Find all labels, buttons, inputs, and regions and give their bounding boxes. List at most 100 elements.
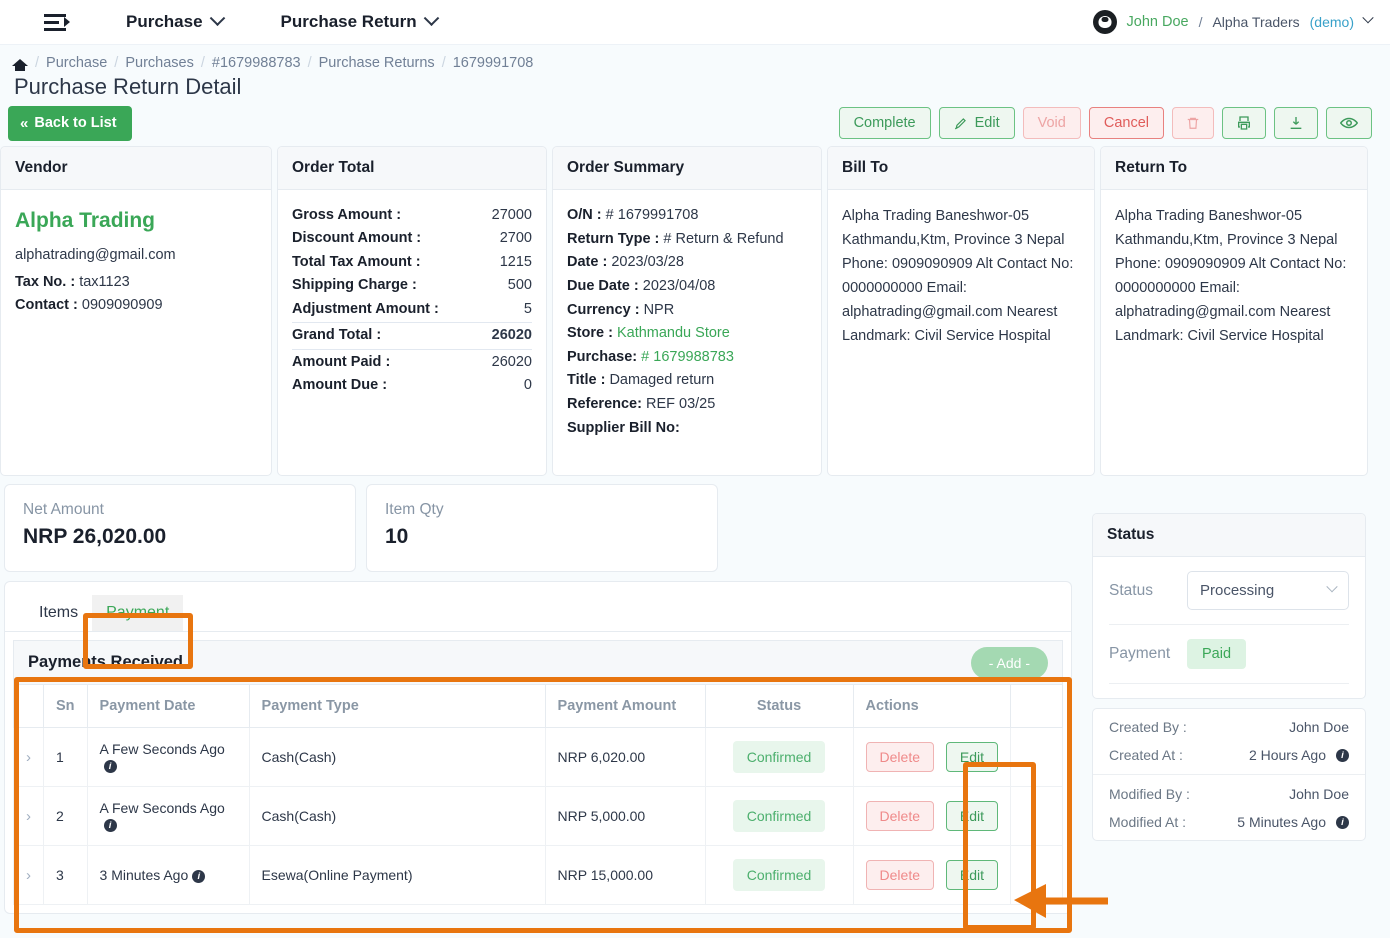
- nav-item-purchase[interactable]: Purchase: [126, 9, 225, 32]
- breadcrumb-item-return-id[interactable]: 1679991708: [453, 55, 534, 71]
- return-to-card-title: Return To: [1101, 147, 1367, 190]
- sidebar-collapse-icon[interactable]: [44, 11, 70, 33]
- bill-to-card: Bill To Alpha Trading Baneshwor-05 Kathm…: [827, 146, 1095, 476]
- order-total-value: 0: [523, 377, 532, 394]
- home-icon[interactable]: [12, 56, 28, 71]
- breadcrumb-separator: /: [441, 55, 446, 71]
- payment-status-row: Payment Paid: [1093, 625, 1365, 683]
- trash-icon: [1186, 115, 1200, 131]
- order-total-row: Amount Paid : 26020: [292, 351, 532, 374]
- divider: [292, 322, 532, 324]
- order-summary-return-type: Return Type : # Return & Refund: [567, 228, 807, 252]
- detail-tabs-panel: Items Payment Payments Received - Add - …: [4, 581, 1072, 914]
- action-toolbar: « Back to List Complete Edit Void Cancel: [0, 100, 1390, 146]
- tab-payment[interactable]: Payment: [92, 595, 184, 631]
- info-icon[interactable]: i: [103, 818, 117, 832]
- meta-label: Created At :: [1109, 747, 1183, 763]
- chevron-down-icon: [1326, 580, 1338, 592]
- github-avatar-icon: [1092, 10, 1117, 34]
- order-total-card-body: Gross Amount : 27000 Discount Amount : 2…: [278, 190, 546, 475]
- nav-item-purchase-return[interactable]: Purchase Return: [281, 9, 439, 32]
- preview-button[interactable]: [1326, 107, 1372, 139]
- order-total-row: Amount Due : 0: [292, 374, 532, 397]
- row-edit-button[interactable]: Edit: [945, 801, 999, 831]
- row-expand-toggle[interactable]: ›: [13, 786, 44, 846]
- breadcrumb-item-purchase[interactable]: Purchase: [46, 55, 107, 71]
- complete-button[interactable]: Complete: [838, 107, 931, 139]
- vendor-email: alphatrading@gmail.com: [15, 247, 176, 264]
- order-summary-currency: Currency : NPR: [567, 299, 807, 323]
- summary-cards-row: Vendor Alpha Trading alphatrading@gmail.…: [0, 146, 1390, 476]
- info-icon[interactable]: i: [1336, 748, 1349, 762]
- breadcrumb-item-purchase-id[interactable]: #1679988783: [212, 55, 301, 71]
- meta-value-wrap: 5 Minutes Ago i: [1237, 814, 1349, 830]
- download-button[interactable]: [1274, 107, 1318, 139]
- vendor-card-body: Alpha Trading alphatrading@gmail.com Tax…: [1, 190, 271, 475]
- col-payment-type: Payment Type: [248, 684, 546, 728]
- breadcrumb-item-purchases[interactable]: Purchases: [125, 55, 194, 71]
- status-select[interactable]: Processing: [1187, 571, 1349, 610]
- row-sn: 2: [43, 786, 88, 846]
- order-summary-reference: Reference: REF 03/25: [567, 393, 807, 417]
- user-separator: /: [1198, 14, 1203, 30]
- row-edit-button[interactable]: Edit: [945, 860, 999, 890]
- top-navbar: Purchase Purchase Return John Doe / Alph…: [0, 0, 1390, 45]
- row-payment-type: Cash(Cash): [248, 786, 546, 846]
- row-delete-button[interactable]: Delete: [865, 742, 934, 772]
- row-payment-type: Esewa(Online Payment): [248, 845, 546, 905]
- back-to-list-button[interactable]: « Back to List: [8, 105, 132, 141]
- return-to-address: Alpha Trading Baneshwor-05 Kathmandu,Ktm…: [1115, 208, 1347, 345]
- row-delete-button[interactable]: Delete: [865, 801, 934, 831]
- nav-item-purchase-label: Purchase: [126, 12, 203, 31]
- vendor-tax-label: Tax No. :: [15, 273, 76, 290]
- net-amount-stat-card: Net Amount NRP 26,020.00: [4, 484, 356, 572]
- payments-panel: Payments Received - Add - Sn Payment Dat…: [13, 640, 1063, 905]
- order-total-label: Grand Total :: [292, 327, 382, 344]
- cancel-button[interactable]: Cancel: [1088, 107, 1164, 139]
- order-summary-due-date-value: 2023/04/08: [642, 277, 716, 294]
- vendor-card: Vendor Alpha Trading alphatrading@gmail.…: [0, 146, 272, 476]
- order-summary-currency-value: NPR: [643, 301, 675, 318]
- row-expand-toggle[interactable]: ›: [13, 845, 44, 905]
- row-payment-date-text: 3 Minutes Ago: [99, 867, 189, 883]
- order-summary-card: Order Summary O/N : # 1679991708 Return …: [552, 146, 822, 476]
- breadcrumb-separator: /: [114, 55, 119, 71]
- breadcrumb-item-purchase-returns[interactable]: Purchase Returns: [319, 55, 435, 71]
- payment-status-badge: Paid: [1187, 639, 1247, 669]
- col-sn: Sn: [43, 684, 88, 728]
- order-summary-title: Title : Damaged return: [567, 369, 807, 393]
- item-qty-value: 10: [385, 525, 409, 548]
- order-summary-store-label: Store :: [567, 325, 613, 342]
- user-name: John Doe: [1126, 14, 1189, 30]
- bill-to-address: Alpha Trading Baneshwor-05 Kathmandu,Ktm…: [842, 208, 1074, 345]
- row-payment-amount: NRP 15,000.00: [544, 845, 706, 905]
- vendor-contact-value: 0909090909: [81, 296, 163, 313]
- info-icon[interactable]: i: [1336, 815, 1349, 829]
- row-delete-button[interactable]: Delete: [865, 860, 934, 890]
- edit-button[interactable]: Edit: [938, 107, 1015, 139]
- breadcrumb-bar: / Purchase / Purchases / #1679988783 / P…: [0, 45, 1390, 100]
- row-payment-amount: NRP 5,000.00: [544, 786, 706, 846]
- order-summary-store-link[interactable]: Kathmandu Store: [617, 325, 730, 341]
- order-total-value: 26020: [491, 327, 532, 344]
- info-icon[interactable]: i: [103, 759, 117, 773]
- net-amount-label: Net Amount: [23, 501, 104, 518]
- tab-items[interactable]: Items: [25, 595, 92, 631]
- add-payment-button[interactable]: - Add -: [970, 646, 1048, 679]
- order-total-label: Amount Paid :: [292, 353, 391, 370]
- order-summary-title-value: Damaged return: [609, 372, 715, 389]
- order-summary-purchase-link[interactable]: # 1679988783: [641, 349, 734, 365]
- tab-bar: Items Payment: [5, 582, 1071, 632]
- order-total-row: Discount Amount : 2700: [292, 227, 532, 250]
- row-payment-date-text: A Few Seconds Ago: [99, 741, 225, 757]
- print-button[interactable]: [1222, 107, 1266, 139]
- user-menu[interactable]: John Doe / Alpha Traders (demo): [1092, 10, 1374, 34]
- table-row: › 1 A Few Seconds Ago i Cash(Cash) NRP 6,…: [13, 727, 1063, 787]
- order-total-label: Amount Due :: [292, 377, 388, 394]
- row-edit-button[interactable]: Edit: [945, 742, 999, 772]
- breadcrumb-separator: /: [307, 55, 312, 71]
- col-actions: Actions: [852, 684, 1012, 728]
- info-icon[interactable]: i: [192, 869, 206, 883]
- row-expand-toggle[interactable]: ›: [13, 727, 44, 787]
- status-card: Status Status Processing Payment Paid: [1092, 513, 1366, 699]
